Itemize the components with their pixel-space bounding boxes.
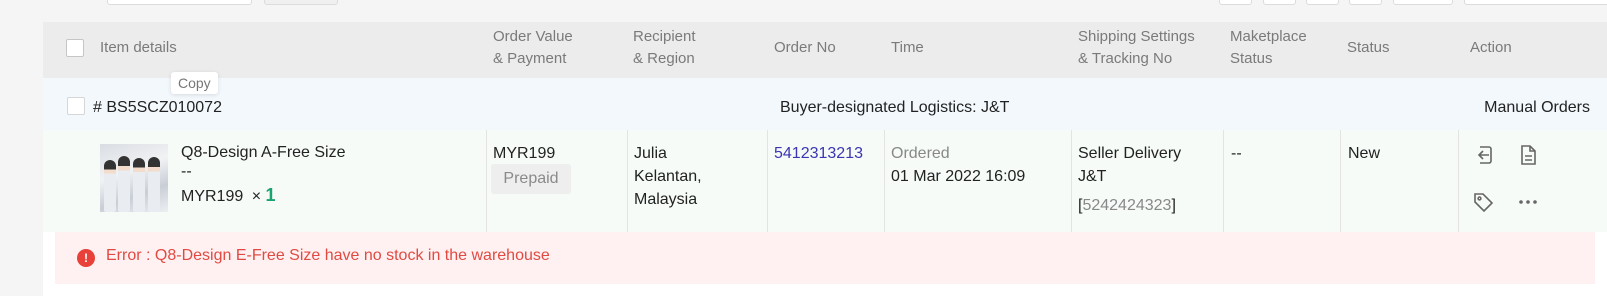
time-label: Ordered [891,145,950,162]
copy-tooltip[interactable]: Copy [171,72,218,94]
shipping-method: Seller Delivery [1078,145,1182,162]
times-sign: × [251,188,262,205]
product-variant: -- [181,163,192,180]
toolbar-button[interactable] [1306,0,1339,5]
product-quantity: 1 [265,185,276,205]
product-name[interactable]: Q8-Design A-Free Size [181,141,346,164]
order-group-header: # BS5SCZ010072 Buyer-designated Logistic… [43,78,1607,130]
order-value: MYR199 [493,145,556,162]
header-shipping: Shipping Settings & Tracking No [1078,28,1195,67]
order-number[interactable]: # BS5SCZ010072 [93,99,222,117]
tracking-number[interactable]: 5242424323 [1082,197,1171,214]
order-type: Manual Orders [1484,99,1590,116]
order-status: New [1348,145,1381,162]
carrier: J&T [1078,168,1107,185]
product-price-qty: MYR199 × 1 [181,184,276,208]
toolbar-button[interactable] [1464,0,1607,5]
top-toolbar [0,0,1607,22]
toolbar-button[interactable] [1219,0,1252,5]
toolbar-button[interactable] [1349,0,1382,5]
header-recipient: Recipient & Region [633,28,696,67]
marketplace-status: -- [1231,145,1242,162]
toolbar-button[interactable] [1263,0,1296,5]
header-status: Status [1347,39,1390,56]
region-line-2: Malaysia [634,191,698,208]
toolbar-button[interactable] [1393,0,1453,5]
more-icon[interactable] [1515,189,1541,215]
product-thumbnail[interactable] [100,144,168,212]
payment-badge: Prepaid [491,164,571,194]
region-line-1: Kelantan, [634,168,702,185]
header-time: Time [891,39,924,56]
recipient-name: Julia [634,145,667,162]
logistics-label: Buyer-designated Logistics: J&T [780,99,1010,116]
header-order-value: Order Value & Payment [493,28,573,67]
table-header: Item details Order Value & Payment Recip… [43,22,1607,78]
header-item-details: Item details [100,39,177,56]
header-order-no: Order No [774,39,836,56]
select-all-checkbox[interactable] [66,39,84,57]
order-time: 01 Mar 2022 16:09 [891,168,1026,185]
search-input[interactable] [107,0,252,5]
order-no-link[interactable]: 5412313213 [774,142,863,165]
document-icon[interactable] [1515,142,1541,168]
tracking-number-group: [5242424323] [1078,194,1176,217]
tag-icon[interactable] [1470,189,1496,215]
error-circle-icon: ! [77,249,95,267]
tracking-bracket-close: ] [1171,197,1176,214]
header-marketplace-status: Maketplace Status [1230,28,1307,67]
header-action: Action [1470,39,1512,56]
import-icon[interactable] [1470,142,1496,168]
product-price: MYR199 [181,188,244,205]
error-message: Error : Q8-Design E-Free Size have no st… [106,247,550,264]
orders-table: Item details Order Value & Payment Recip… [43,22,1607,296]
order-checkbox[interactable] [67,97,85,115]
error-banner: ! Error : Q8-Design E-Free Size have no … [55,232,1595,284]
toolbar-button-group[interactable] [264,0,338,5]
table-row: Q8-Design A-Free Size -- MYR199 × 1 MYR1… [43,130,1607,232]
